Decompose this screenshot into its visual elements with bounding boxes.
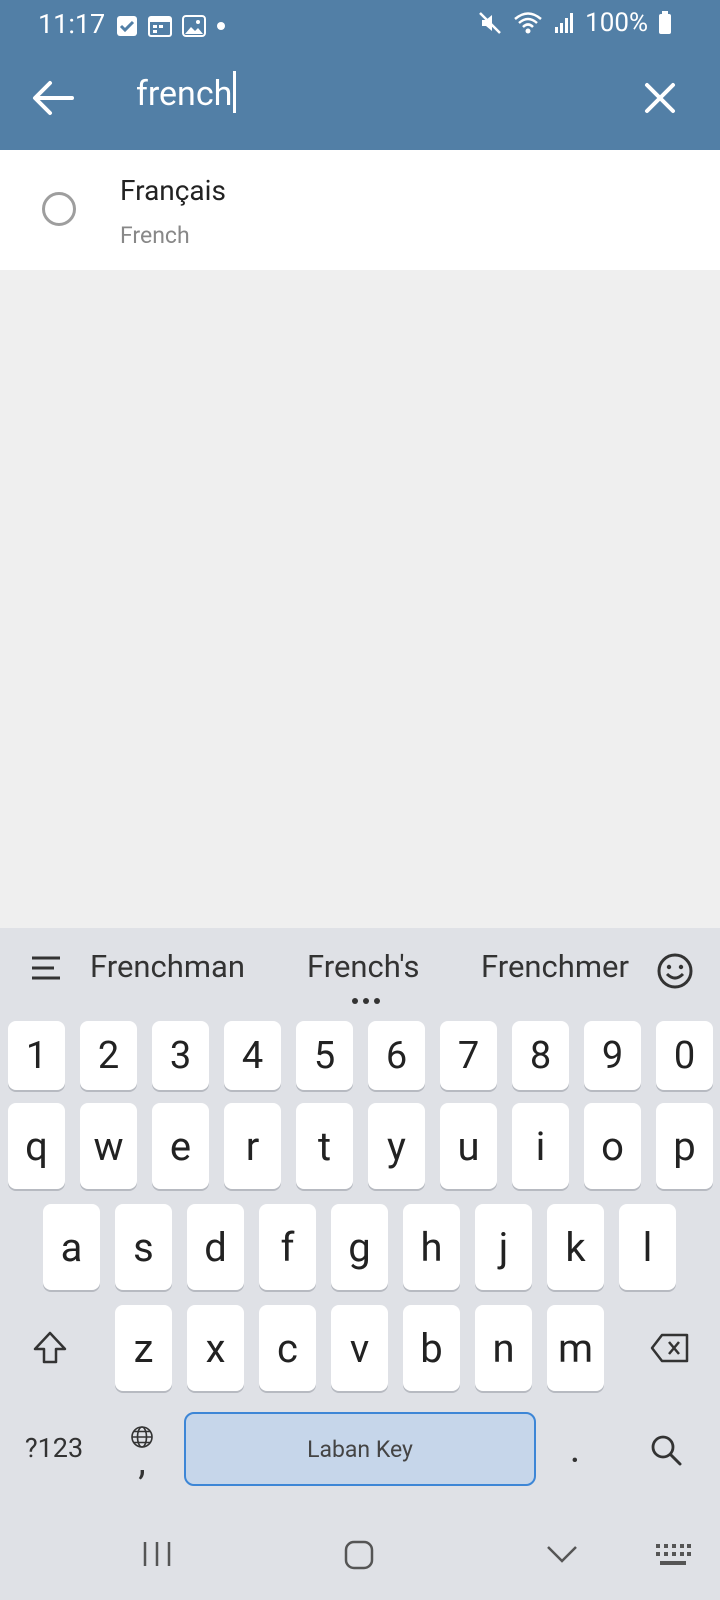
calendar-notification-icon (148, 16, 172, 37)
status-notification-icons (116, 15, 226, 37)
key-w[interactable]: w (80, 1103, 137, 1189)
key-l[interactable]: l (619, 1204, 676, 1290)
checkbox-notification-icon (117, 16, 137, 36)
language-list-item[interactable] (0, 150, 720, 270)
key-p[interactable]: p (656, 1103, 713, 1189)
dot-icon (217, 22, 225, 30)
key-5[interactable]: 5 (296, 1021, 353, 1090)
back-arrow-icon[interactable] (30, 78, 76, 118)
key-x[interactable]: x (187, 1305, 244, 1391)
search-icon[interactable] (650, 1434, 682, 1466)
search-input[interactable]: french (136, 71, 237, 117)
emoji-icon[interactable] (656, 952, 694, 990)
key-c[interactable]: c (259, 1305, 316, 1391)
language-radio-button[interactable] (42, 192, 76, 226)
key-y[interactable]: y (368, 1103, 425, 1189)
more-suggestions-icon[interactable] (352, 998, 380, 1004)
keyboard-menu-icon[interactable] (30, 955, 62, 981)
suggestion-1[interactable]: Frenchman (90, 948, 245, 985)
keyboard-switch-icon[interactable] (654, 1542, 692, 1568)
mute-icon (479, 12, 501, 34)
text-cursor (233, 71, 237, 114)
key-u[interactable]: u (440, 1103, 497, 1189)
language-comma-key[interactable]: , (122, 1410, 162, 1490)
suggestion-2[interactable]: French's (307, 948, 419, 985)
search-query: french (136, 74, 233, 114)
image-notification-icon (182, 15, 206, 37)
key-z[interactable]: z (115, 1305, 172, 1391)
key-q[interactable]: q (8, 1103, 65, 1189)
key-b[interactable]: b (403, 1305, 460, 1391)
key-3[interactable]: 3 (152, 1021, 209, 1090)
suggestion-3[interactable]: Frenchmer (481, 948, 629, 985)
key-9[interactable]: 9 (584, 1021, 641, 1090)
key-i[interactable]: i (512, 1103, 569, 1189)
battery-icon (659, 11, 671, 34)
key-e[interactable]: e (152, 1103, 209, 1189)
key-j[interactable]: j (475, 1204, 532, 1290)
period-key[interactable]: . (560, 1418, 590, 1478)
battery-percent: 100% (585, 8, 648, 38)
key-4[interactable]: 4 (224, 1021, 281, 1090)
key-7[interactable]: 7 (440, 1021, 497, 1090)
app-bar: 11:17 100% french (0, 0, 720, 150)
language-native-name: Français (120, 174, 226, 207)
comma-label: , (138, 1440, 146, 1484)
key-t[interactable]: t (296, 1103, 353, 1189)
key-r[interactable]: r (224, 1103, 281, 1189)
language-english-name: French (120, 222, 190, 249)
key-v[interactable]: v (331, 1305, 388, 1391)
symbols-key[interactable]: ?123 (18, 1428, 90, 1468)
key-f[interactable]: f (259, 1204, 316, 1290)
wifi-icon (514, 12, 542, 34)
signal-icon (555, 13, 574, 33)
key-o[interactable]: o (584, 1103, 641, 1189)
key-1[interactable]: 1 (8, 1021, 65, 1090)
recent-apps-icon[interactable] (142, 1540, 172, 1568)
key-a[interactable]: a (43, 1204, 100, 1290)
home-icon[interactable] (344, 1540, 374, 1570)
key-k[interactable]: k (547, 1204, 604, 1290)
status-system-icons: 100% (477, 8, 672, 38)
status-time: 11:17 (38, 8, 106, 40)
hide-keyboard-icon[interactable] (546, 1544, 578, 1564)
key-6[interactable]: 6 (368, 1021, 425, 1090)
backspace-icon[interactable] (650, 1333, 690, 1363)
shift-icon[interactable] (32, 1330, 68, 1366)
key-8[interactable]: 8 (512, 1021, 569, 1090)
key-2[interactable]: 2 (80, 1021, 137, 1090)
key-m[interactable]: m (547, 1305, 604, 1391)
key-s[interactable]: s (115, 1204, 172, 1290)
key-0[interactable]: 0 (656, 1021, 713, 1090)
clear-search-icon[interactable] (642, 80, 678, 116)
key-n[interactable]: n (475, 1305, 532, 1391)
key-h[interactable]: h (403, 1204, 460, 1290)
space-bar[interactable]: Laban Key (184, 1412, 536, 1486)
key-g[interactable]: g (331, 1204, 388, 1290)
key-d[interactable]: d (187, 1204, 244, 1290)
